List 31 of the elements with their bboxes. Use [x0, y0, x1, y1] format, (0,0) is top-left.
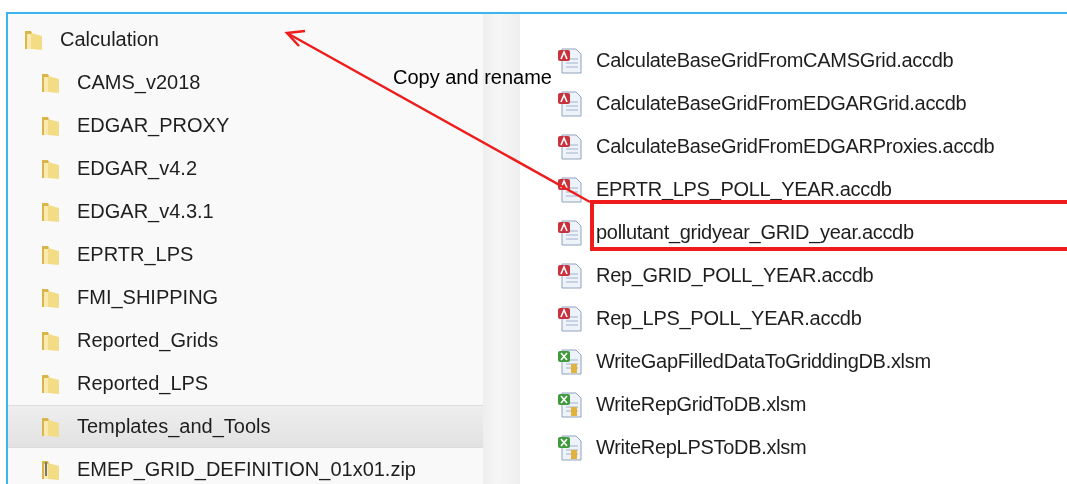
tree-item[interactable]: EDGAR_v4.2 — [8, 147, 206, 190]
tree-item[interactable]: Reported_LPS — [8, 362, 217, 405]
spreadsheet-file-icon — [556, 390, 584, 419]
annotation-label: Copy and rename — [393, 66, 552, 89]
tree-item[interactable]: CAMS_v2018 — [8, 61, 209, 104]
tree-item[interactable]: EDGAR_v4.3.1 — [8, 190, 222, 233]
file-item[interactable]: CalculateBaseGridFromEDGARGrid.accdb — [556, 82, 967, 125]
file-item[interactable]: pollutant_gridyear_GRID_year.accdb — [556, 211, 914, 254]
database-file-icon — [556, 261, 584, 290]
spreadsheet-file-icon — [556, 433, 584, 462]
spreadsheet-file-icon — [556, 347, 584, 376]
file-item[interactable]: CalculateBaseGridFromEDGARProxies.accdb — [556, 125, 995, 168]
tree-item[interactable]: Reported_Grids — [8, 319, 227, 362]
database-file-icon — [556, 132, 584, 161]
file-item[interactable]: CalculateBaseGridFromCAMSGrid.accdb — [556, 39, 954, 82]
file-item[interactable]: EPRTR_LPS_POLL_YEAR.accdb — [556, 168, 892, 211]
tree-item[interactable]: Calculation — [8, 18, 167, 61]
tree-item[interactable]: EDGAR_PROXY — [8, 104, 238, 147]
database-file-icon — [556, 304, 584, 333]
file-item[interactable]: Rep_LPS_POLL_YEAR.accdb — [556, 297, 862, 340]
file-item[interactable]: WriteRepGridToDB.xlsm — [556, 383, 807, 426]
database-file-icon — [556, 46, 584, 75]
tree-item[interactable]: FMI_SHIPPING — [8, 276, 227, 319]
file-item[interactable]: Rep_GRID_POLL_YEAR.accdb — [556, 254, 874, 297]
file-item[interactable]: WriteRepLPSToDB.xlsm — [556, 426, 807, 469]
tree-item[interactable]: Templates_and_Tools — [8, 405, 483, 448]
database-file-icon — [556, 218, 584, 247]
file-item[interactable]: WriteGapFilledDataToGriddingDB.xlsm — [556, 340, 931, 383]
tree-item[interactable]: EMEP_GRID_DEFINITION_01x01.zip — [8, 448, 424, 484]
database-file-icon — [556, 89, 584, 118]
tree-item[interactable]: EPRTR_LPS — [8, 233, 202, 276]
